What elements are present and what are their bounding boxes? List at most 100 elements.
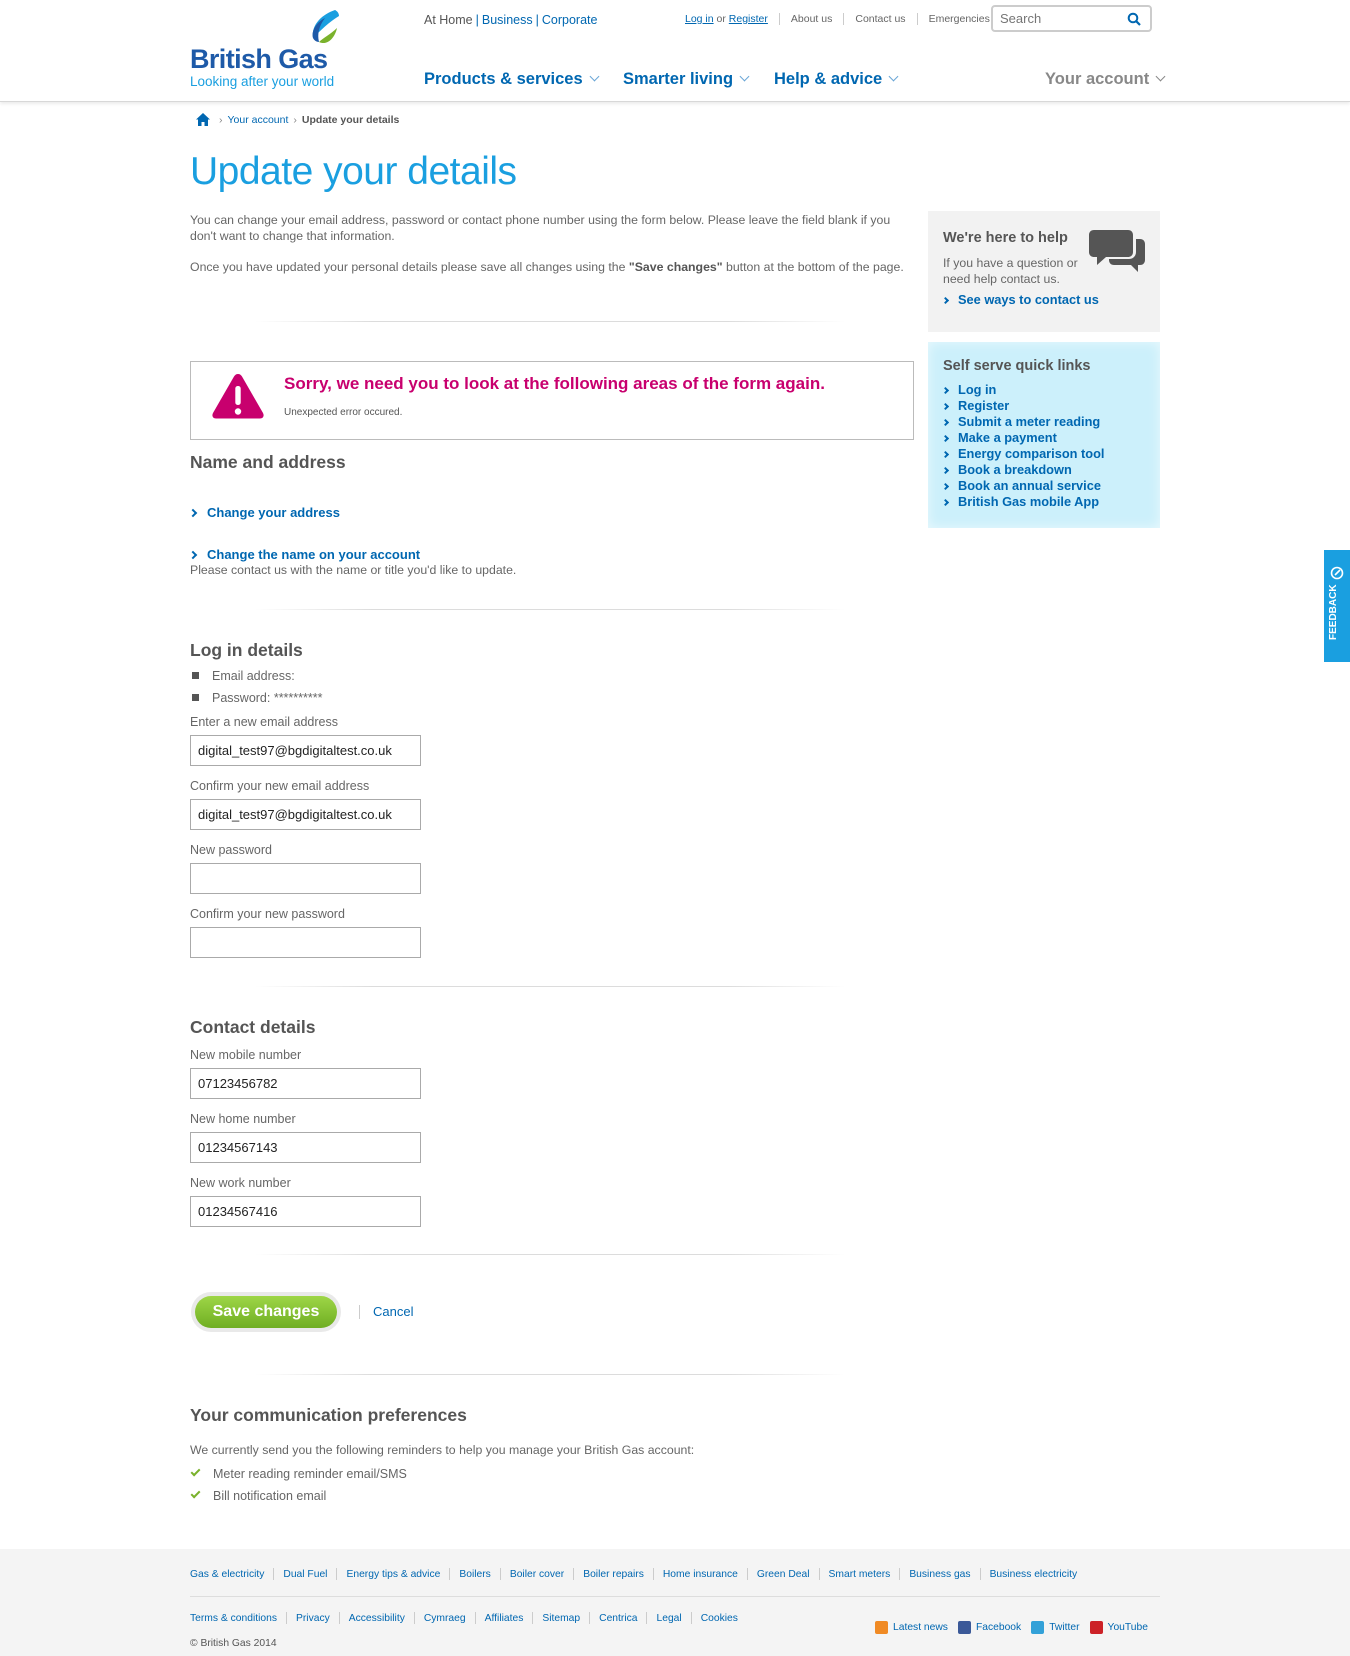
- cancel-link[interactable]: Cancel: [373, 1304, 413, 1319]
- quick-link-book-breakdown[interactable]: Book a breakdown: [941, 462, 1072, 477]
- confirm-email-field[interactable]: [190, 799, 421, 830]
- utility-links: Log in or Register About us Contact us Emer…: [685, 13, 990, 26]
- footer-link[interactable]: Boiler cover: [510, 1569, 564, 1580]
- quick-link-register[interactable]: Register: [941, 398, 1009, 413]
- new-password-label: New password: [190, 843, 272, 857]
- nav-smarter-living[interactable]: Smarter living: [623, 70, 750, 89]
- nav-label: Products & services: [424, 70, 583, 88]
- footer-link[interactable]: Cymraeg: [424, 1613, 466, 1624]
- chevron-right-icon: [941, 482, 950, 491]
- rss-icon: [875, 1621, 888, 1634]
- quick-link-energy-comparison[interactable]: Energy comparison tool: [941, 446, 1104, 461]
- footer-link[interactable]: Business gas: [909, 1569, 970, 1580]
- chevron-right-icon: [941, 402, 950, 411]
- save-changes-button[interactable]: Save changes: [195, 1296, 337, 1328]
- quick-link-make-payment[interactable]: Make a payment: [941, 430, 1057, 445]
- check-icon: [190, 1488, 201, 1499]
- new-password-field[interactable]: [190, 863, 421, 894]
- footer-link[interactable]: Gas & electricity: [190, 1569, 264, 1580]
- footer-link[interactable]: Boiler repairs: [583, 1569, 644, 1580]
- chevron-right-icon: [941, 498, 950, 507]
- see-ways-to-contact-link[interactable]: See ways to contact us: [941, 292, 1099, 307]
- contact-us-link[interactable]: Contact us: [855, 13, 905, 25]
- home-number-field[interactable]: [190, 1132, 421, 1163]
- emergencies-link[interactable]: Emergencies: [929, 13, 990, 25]
- twitter-link[interactable]: Twitter: [1031, 1621, 1080, 1634]
- breadcrumb-your-account[interactable]: Your account: [228, 114, 289, 126]
- quick-link-meter-reading[interactable]: Submit a meter reading: [941, 414, 1100, 429]
- youtube-icon: [1089, 1621, 1103, 1634]
- breadcrumb-current: Update your details: [301, 113, 400, 126]
- footer-link[interactable]: Energy tips & advice: [346, 1569, 440, 1580]
- chevron-right-icon: [188, 508, 198, 518]
- logo-tagline: Looking after your world: [190, 74, 335, 89]
- page-title: Update your details: [190, 150, 517, 193]
- latest-news-link[interactable]: Latest news: [875, 1621, 948, 1634]
- login-link[interactable]: Log in: [685, 13, 714, 25]
- chevron-down-icon: [739, 71, 750, 82]
- footer-link[interactable]: Sitemap: [542, 1613, 580, 1624]
- change-address-link[interactable]: Change your address: [188, 505, 340, 520]
- nav-label: Your account: [1045, 70, 1150, 88]
- feedback-icon: [1330, 566, 1344, 580]
- footer-link[interactable]: Home insurance: [663, 1569, 738, 1580]
- name-address-heading: Name and address: [190, 452, 346, 472]
- footer-link[interactable]: Smart meters: [829, 1569, 891, 1580]
- footer-link[interactable]: Accessibility: [349, 1613, 405, 1624]
- feedback-tab[interactable]: FEEDBACK: [1324, 550, 1350, 662]
- quick-link-log-in[interactable]: Log in: [941, 382, 996, 397]
- footer-link[interactable]: Dual Fuel: [283, 1569, 327, 1580]
- sector-corporate-link[interactable]: Corporate: [542, 13, 598, 27]
- chevron-right-icon: [941, 386, 950, 395]
- chevron-down-icon: [888, 71, 899, 82]
- site-header: British Gas Looking after your world At …: [0, 0, 1350, 102]
- quick-links-title: Self serve quick links: [943, 358, 1091, 374]
- british-gas-logo[interactable]: British Gas Looking after your world: [190, 8, 350, 92]
- logo-wordmark: British Gas: [190, 44, 328, 74]
- chevron-down-icon: [589, 71, 600, 82]
- current-email-item: Email address:: [192, 669, 295, 683]
- facebook-link[interactable]: Facebook: [957, 1621, 1021, 1634]
- site-footer: Gas & electricity Dual Fuel Energy tips …: [0, 1549, 1350, 1656]
- footer-link[interactable]: Boilers: [459, 1569, 490, 1580]
- nav-help-advice[interactable]: Help & advice: [774, 70, 899, 89]
- current-password-item: Password: **********: [192, 691, 322, 705]
- search-icon[interactable]: [1127, 12, 1141, 26]
- work-number-field[interactable]: [190, 1196, 421, 1227]
- footer-link[interactable]: Affiliates: [485, 1613, 524, 1624]
- youtube-link[interactable]: YouTube: [1089, 1621, 1148, 1634]
- footer-link[interactable]: Terms & conditions: [190, 1613, 277, 1624]
- footer-link[interactable]: Green Deal: [757, 1569, 810, 1580]
- feedback-label: FEEDBACK: [1328, 584, 1339, 640]
- register-link[interactable]: Register: [729, 13, 768, 25]
- sector-business-link[interactable]: Business: [482, 13, 533, 27]
- intro-save-paragraph: Once you have updated your personal deta…: [190, 260, 904, 274]
- facebook-icon: [957, 1621, 971, 1634]
- footer-link[interactable]: Legal: [656, 1613, 681, 1624]
- chevron-right-icon: [941, 418, 950, 427]
- footer-link[interactable]: Privacy: [296, 1613, 330, 1624]
- home-icon[interactable]: [196, 113, 210, 126]
- change-name-link[interactable]: Change the name on your account: [188, 547, 420, 562]
- contact-details-heading: Contact details: [190, 1017, 316, 1037]
- about-us-link[interactable]: About us: [791, 13, 832, 25]
- footer-link[interactable]: Business electricity: [990, 1569, 1078, 1580]
- search-input[interactable]: [993, 7, 1113, 30]
- footer-product-links: Gas & electricity Dual Fuel Energy tips …: [190, 1568, 1077, 1580]
- divider: [255, 1254, 845, 1255]
- copyright: © British Gas 2014: [190, 1638, 277, 1649]
- intro-paragraph: You can change your email address, passw…: [190, 213, 891, 243]
- footer-link[interactable]: Cookies: [701, 1613, 738, 1624]
- quick-links-panel: Self serve quick links Log in Register S…: [928, 342, 1160, 528]
- nav-products-services[interactable]: Products & services: [424, 70, 600, 89]
- error-message: Unexpected error occured.: [284, 407, 403, 418]
- new-email-field[interactable]: [190, 735, 421, 766]
- quick-link-mobile-app[interactable]: British Gas mobile App: [941, 494, 1099, 509]
- nav-your-account[interactable]: Your account: [1045, 70, 1166, 89]
- confirm-password-field[interactable]: [190, 927, 421, 958]
- mobile-number-field[interactable]: [190, 1068, 421, 1099]
- quick-link-annual-service[interactable]: Book an annual service: [941, 478, 1101, 493]
- divider: [255, 321, 845, 322]
- footer-link[interactable]: Centrica: [599, 1613, 637, 1624]
- chevron-right-icon: [941, 450, 950, 459]
